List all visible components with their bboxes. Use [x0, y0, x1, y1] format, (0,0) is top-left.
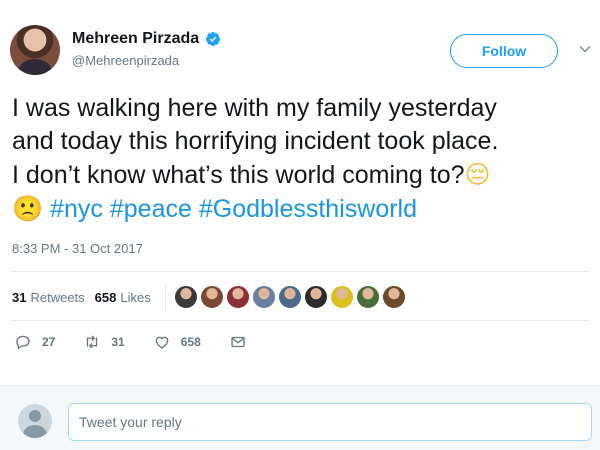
reply-bar: [0, 385, 600, 450]
tweet-line-3-text: I don’t know what’s this world coming to…: [12, 161, 465, 189]
relieved-emoji-icon: 😔: [464, 160, 491, 189]
tweet-stats: 31 Retweets 658 Likes: [12, 283, 406, 311]
direct-message-action[interactable]: [229, 333, 247, 351]
tweet-line-2: and today this horrifying incident took …: [12, 127, 499, 155]
stats-separator: [164, 283, 166, 311]
retweets-label: Retweets: [30, 289, 85, 305]
display-name[interactable]: Mehreen Pirzada: [72, 30, 199, 48]
verified-badge-icon: [206, 32, 221, 46]
liker-avatar[interactable]: [303, 285, 328, 309]
avatar[interactable]: [10, 25, 60, 75]
tweet-line-1: I was walking here with my family yester…: [12, 94, 497, 122]
likes-stat[interactable]: 658 Likes: [95, 290, 151, 305]
tweet-line-3: I don’t know what’s this world coming to…: [12, 158, 587, 192]
reply-action[interactable]: 27: [14, 333, 55, 351]
retweet-icon: [87, 335, 98, 349]
like-count: 658: [180, 335, 201, 349]
frown-emoji-icon: 🙁: [12, 194, 44, 223]
tweet-text: I was walking here with my family yester…: [12, 92, 587, 226]
liker-avatar[interactable]: [199, 285, 224, 309]
name-line: Mehreen Pirzada: [72, 30, 221, 48]
hashtag-link[interactable]: #nyc: [50, 195, 103, 223]
liker-avatar[interactable]: [277, 285, 302, 309]
envelope-icon: [231, 336, 245, 348]
tweet-timestamp[interactable]: 8:33 PM - 31 Oct 2017: [12, 241, 143, 256]
chevron-down-icon[interactable]: [578, 42, 592, 56]
liker-avatar[interactable]: [225, 285, 250, 309]
liker-avatar[interactable]: [329, 285, 354, 309]
likes-count: 658: [94, 289, 117, 305]
divider: [10, 271, 590, 272]
hashtag-link[interactable]: #peace: [110, 195, 192, 223]
reply-count: 27: [42, 335, 56, 349]
likes-label: Likes: [120, 289, 151, 305]
heart-icon: [155, 336, 169, 349]
liker-avatars: [173, 285, 406, 309]
liker-avatar[interactable]: [173, 285, 198, 309]
liker-avatar[interactable]: [381, 285, 406, 309]
default-avatar-icon: [18, 404, 52, 438]
liker-avatar[interactable]: [355, 285, 380, 309]
liker-avatar[interactable]: [251, 285, 276, 309]
tweet-actions: 27 31 658: [14, 333, 275, 351]
retweets-stat[interactable]: 31 Retweets: [12, 290, 85, 305]
follow-button[interactable]: Follow: [450, 34, 558, 68]
retweet-count: 31: [111, 335, 125, 349]
tweet-header: Mehreen Pirzada @Mehreenpirzada Follow: [10, 22, 592, 82]
retweet-action[interactable]: 31: [83, 333, 125, 351]
reply-icon: [16, 335, 30, 350]
user-handle[interactable]: @Mehreenpirzada: [72, 53, 179, 68]
retweets-count: 31: [12, 289, 27, 305]
divider: [10, 320, 590, 321]
tweet-line-4: 🙁 #nyc #peace #Godblessthisworld: [12, 192, 587, 226]
like-action[interactable]: 658: [153, 333, 201, 351]
reply-input[interactable]: [68, 403, 592, 441]
hashtag-link[interactable]: #Godblessthisworld: [199, 195, 417, 223]
